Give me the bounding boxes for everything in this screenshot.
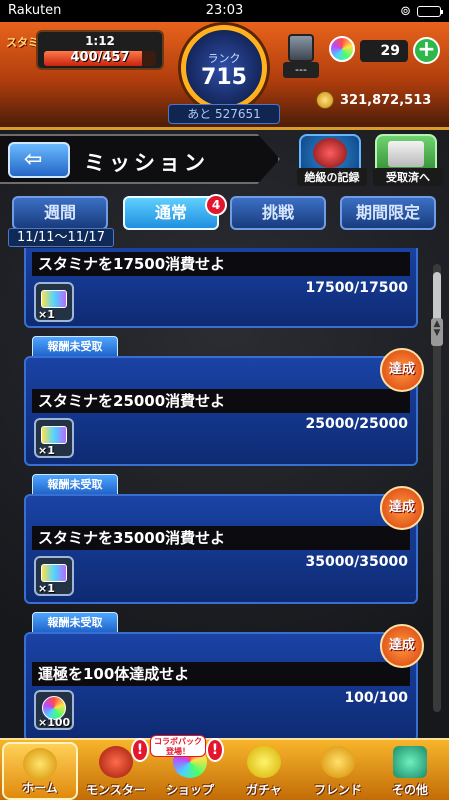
reward-slot: ×1: [34, 556, 74, 596]
scrollbar-thumb[interactable]: [433, 272, 441, 324]
collab-pack-badge[interactable]: コラボパック登場！: [150, 735, 206, 757]
orb-icon: [329, 36, 355, 62]
friend-icon: [321, 746, 355, 778]
mission-list[interactable]: スタミナを17500消費せよ 17500/17500 ×1 報酬未受取 スタミナ…: [0, 248, 449, 738]
mission-title: スタミナを25000消費せよ: [32, 389, 410, 413]
rank-circle[interactable]: ランク 715: [181, 25, 267, 111]
tab-notification-badge: 4: [205, 194, 227, 216]
mission-progress: 100/100: [344, 690, 408, 706]
nav-friend-label: フレンド: [313, 783, 362, 797]
reward-slot: ×1: [34, 418, 74, 458]
complete-stamp: 達成: [380, 486, 424, 530]
status-bar: Rakuten 23:03 ⊚: [0, 0, 449, 22]
unclaimed-label: 報酬未受取: [32, 474, 118, 496]
complete-stamp: 達成: [380, 624, 424, 668]
mission-progress: 17500/17500: [305, 280, 408, 296]
document-icon: [388, 141, 424, 167]
monster-alert-badge: !: [131, 738, 149, 762]
scroll-grip-icon[interactable]: ▲ ▼: [431, 318, 443, 346]
nav-other[interactable]: その他: [372, 742, 448, 800]
battery-icon: [417, 6, 443, 17]
nav-friend[interactable]: フレンド: [300, 742, 376, 800]
received-button[interactable]: 受取済へ: [373, 134, 443, 186]
mission-title: スタミナを35000消費せよ: [32, 526, 410, 550]
orb-count: 29: [360, 40, 408, 62]
reward-slot: ×1: [34, 282, 74, 322]
nav-gacha[interactable]: ガチャ: [226, 742, 302, 800]
unclaimed-label: 報酬未受取: [32, 612, 118, 634]
reward-slot: ×100: [34, 690, 74, 730]
reward-quantity: ×1: [38, 444, 55, 457]
clock: 23:03: [205, 3, 244, 18]
mission-screen: Rakuten 23:03 ⊚ スタミナ 1:12 400/457 ランク 71…: [0, 0, 449, 800]
nav-shop-label: ショップ: [165, 783, 214, 797]
item-box-count: ---: [283, 62, 319, 78]
ticket-icon: [41, 564, 67, 582]
week-date-range: 11/11〜11/17: [8, 228, 114, 247]
home-icon: [23, 748, 57, 780]
nav-other-label: その他: [391, 783, 428, 797]
zetsu-record-button[interactable]: 絶級の記録: [297, 134, 367, 186]
nav-home[interactable]: ホーム: [2, 742, 78, 800]
gacha-icon: [247, 746, 281, 778]
status-icons: ⊚: [400, 4, 443, 19]
mission-progress: 35000/35000: [305, 554, 408, 570]
mission-title: 運極を100体達成せよ: [32, 662, 410, 686]
lock-rotation-icon: ⊚: [400, 4, 411, 19]
nav-home-label: ホーム: [22, 781, 58, 795]
rank-value: 715: [201, 65, 247, 90]
shop-alert-badge: !: [206, 738, 224, 762]
back-arrow-icon: ⇦: [24, 147, 43, 172]
reward-quantity: ×1: [38, 308, 55, 321]
tab-weekly[interactable]: 週間: [12, 196, 108, 230]
tab-limited[interactable]: 期間限定: [340, 196, 436, 230]
item-box-icon[interactable]: [288, 34, 314, 62]
rank-label: ランク: [207, 52, 241, 65]
mission-title: スタミナを17500消費せよ: [32, 252, 410, 276]
monster-icon: [99, 746, 133, 778]
record-icon: [313, 138, 347, 168]
gold-value: 321,872,513: [340, 93, 432, 108]
buy-orb-button[interactable]: +: [413, 37, 440, 64]
page-title: ミッション: [84, 151, 209, 175]
back-button[interactable]: ⇦: [8, 142, 70, 178]
bottom-nav: ホーム モンスター ショップ ガチャ フレンド その他: [0, 738, 449, 800]
nav-gacha-label: ガチャ: [246, 783, 282, 797]
ticket-icon: [41, 290, 67, 308]
tab-challenge[interactable]: 挑戦: [230, 196, 326, 230]
complete-stamp: 達成: [380, 348, 424, 392]
next-rank-exp: あと 527651: [168, 104, 280, 124]
player-header: スタミナ 1:12 400/457 ランク 715 あと 527651 --- …: [0, 22, 449, 130]
zetsu-record-label: 絶級の記録: [297, 168, 367, 186]
stamina-gauge[interactable]: 1:12 400/457: [36, 30, 164, 70]
mission-progress: 25000/25000: [305, 416, 408, 432]
stamina-timer: 1:12: [85, 34, 115, 48]
other-icon: [393, 746, 427, 778]
ticket-icon: [41, 426, 67, 444]
stamina-value: 400/457: [70, 50, 130, 65]
unclaimed-label: 報酬未受取: [32, 336, 118, 358]
nav-monster-label: モンスター: [86, 783, 146, 797]
coin-icon: [316, 91, 334, 109]
received-label: 受取済へ: [373, 168, 443, 186]
reward-quantity: ×1: [38, 582, 55, 595]
reward-quantity: ×100: [38, 716, 71, 729]
